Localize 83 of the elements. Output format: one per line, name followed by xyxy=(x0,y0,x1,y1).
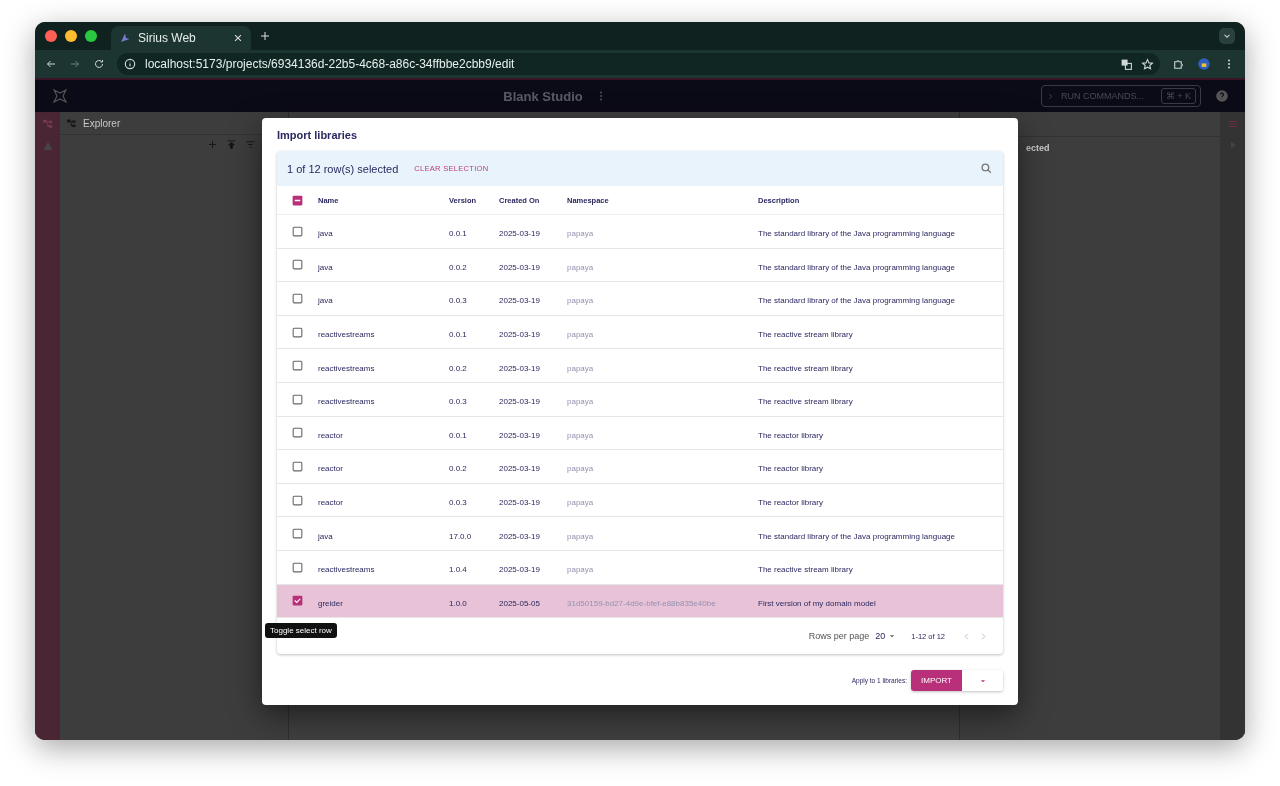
table-cell: reactor xyxy=(318,498,343,508)
project-title: Blank Studio xyxy=(503,88,583,104)
table-cell: 1.0.0 xyxy=(449,598,467,608)
table-row[interactable]: greider 1.0.0 2025-05-05 31d50159-bd27-4d9e-bfef-e88b835e40be First version of my domain model xyxy=(277,584,1003,619)
table-row[interactable]: reactivestreams 0.0.3 2025-03-19 papaya The reactive stream library xyxy=(277,382,1003,417)
panel-title: Explorer xyxy=(83,117,121,129)
rows-per-page-select[interactable]: 20 xyxy=(875,631,898,642)
table-cell: 2025-03-19 xyxy=(499,330,540,340)
table-row[interactable]: java 0.0.2 2025-03-19 papaya The standard library of the Java programming language xyxy=(277,248,1003,283)
table-cell: First version of my domain model xyxy=(758,598,876,608)
table-cell: The reactor library xyxy=(758,430,823,440)
table-cell: papaya xyxy=(567,363,594,373)
table-cell: java xyxy=(318,296,333,306)
table-cell: papaya xyxy=(567,397,594,407)
table-row[interactable]: reactivestreams 1.0.4 2025-03-19 papaya The reactive stream library xyxy=(277,550,1003,585)
table-row[interactable]: java 0.0.3 2025-03-19 papaya The standard library of the Java programming language xyxy=(277,282,1003,316)
table-cell: papaya xyxy=(567,498,594,508)
table-cell: greider xyxy=(318,598,343,608)
table-cell: 0.0.3 xyxy=(449,296,467,306)
table-cell: reactor xyxy=(318,464,343,474)
table-cell: The standard library of the Java programming language xyxy=(758,262,955,272)
table-cell: 0.0.2 xyxy=(449,262,467,272)
table-cell: 0.0.3 xyxy=(449,498,467,508)
table-cell: reactivestreams xyxy=(318,330,375,340)
table-cell: 2025-03-19 xyxy=(499,363,540,373)
table-cell: papaya xyxy=(567,229,594,239)
dialog-title: Import libraries xyxy=(277,128,359,143)
table-cell: 2025-03-19 xyxy=(499,229,540,239)
table-row[interactable]: reactor 0.0.3 2025-03-19 papaya The reactor library xyxy=(277,483,1003,518)
table-cell: papaya xyxy=(567,330,594,340)
table-cell: reactor xyxy=(318,430,343,440)
table-cell: reactivestreams xyxy=(318,363,375,373)
table-cell: java xyxy=(318,262,333,272)
table-cell: 17.0.0 xyxy=(449,531,472,541)
table-cell: 2025-03-19 xyxy=(499,296,540,306)
table-row[interactable]: reactor 0.0.1 2025-03-19 papaya The reactor library xyxy=(277,416,1003,451)
table-row[interactable]: reactor 0.0.2 2025-03-19 papaya The reactor library xyxy=(277,450,1003,484)
selection-count: 1 of 12 row(s) selected xyxy=(287,162,399,175)
table-cell: The reactive stream library xyxy=(758,397,853,407)
table-cell: papaya xyxy=(567,262,594,272)
table-cell: 2025-03-19 xyxy=(499,531,540,541)
table-cell: The reactor library xyxy=(758,498,823,508)
table-cell: 2025-03-19 xyxy=(499,498,540,508)
import-button[interactable]: IMPORT xyxy=(911,670,962,692)
table-cell: papaya xyxy=(567,430,594,440)
table-cell: 0.0.1 xyxy=(449,330,467,340)
table-cell: reactivestreams xyxy=(318,565,375,575)
table-row[interactable]: reactivestreams 0.0.1 2025-03-19 papaya The reactive stream library xyxy=(277,315,1003,350)
table-cell: 0.0.1 xyxy=(449,430,467,440)
table-cell: The reactive stream library xyxy=(758,565,853,575)
address-bar[interactable]: localhost:5173/projects/6934136d-22b5-4c68-a86c-34ffbbe2cbb9/edit xyxy=(117,53,1160,75)
table-cell: 0.0.3 xyxy=(449,397,467,407)
table-cell: The standard library of the Java programming language xyxy=(758,229,955,239)
table-cell: reactivestreams xyxy=(318,397,375,407)
table-cell: 2025-05-05 xyxy=(499,598,540,608)
browser-tab[interactable]: Sirius Web xyxy=(111,26,251,50)
table-cell: 2025-03-19 xyxy=(499,262,540,272)
table-cell: The reactor library xyxy=(758,464,823,474)
table-cell: 0.0.1 xyxy=(449,229,467,239)
table-cell: 2025-03-19 xyxy=(499,464,540,474)
table-cell: The reactive stream library xyxy=(758,330,853,340)
rows-per-page-label: Rows per page xyxy=(808,631,870,642)
table-cell: java xyxy=(318,531,333,541)
table-cell: 1.0.4 xyxy=(449,565,467,575)
table-cell: papaya xyxy=(567,296,594,306)
table-cell: papaya xyxy=(567,565,594,575)
table-row[interactable]: java 17.0.0 2025-03-19 papaya The standard library of the Java programming language xyxy=(277,517,1003,551)
table-cell: 0.0.2 xyxy=(449,464,467,474)
table-cell: 2025-03-19 xyxy=(499,397,540,407)
table-cell: java xyxy=(318,229,333,239)
table-cell: 2025-03-19 xyxy=(499,430,540,440)
table-cell: 2025-03-19 xyxy=(499,565,540,575)
tooltip: Toggle select row xyxy=(265,623,337,638)
table-cell: The standard library of the Java programming language xyxy=(758,296,955,306)
table-cell: papaya xyxy=(567,464,594,474)
table-cell: papaya xyxy=(567,531,594,541)
table-cell: The standard library of the Java programming language xyxy=(758,531,955,541)
table-row[interactable]: java 0.0.1 2025-03-19 papaya The standard library of the Java programming language xyxy=(277,215,1003,249)
table-cell: The reactive stream library xyxy=(758,363,853,373)
panel-text: ected xyxy=(1025,142,1051,155)
table-cell: 31d50159-bd27-4d9e-bfef-e88b835e40be xyxy=(567,598,716,608)
table-row[interactable]: reactivestreams 0.0.2 2025-03-19 papaya The reactive stream library xyxy=(277,349,1003,383)
table-cell: 0.0.2 xyxy=(449,363,467,373)
